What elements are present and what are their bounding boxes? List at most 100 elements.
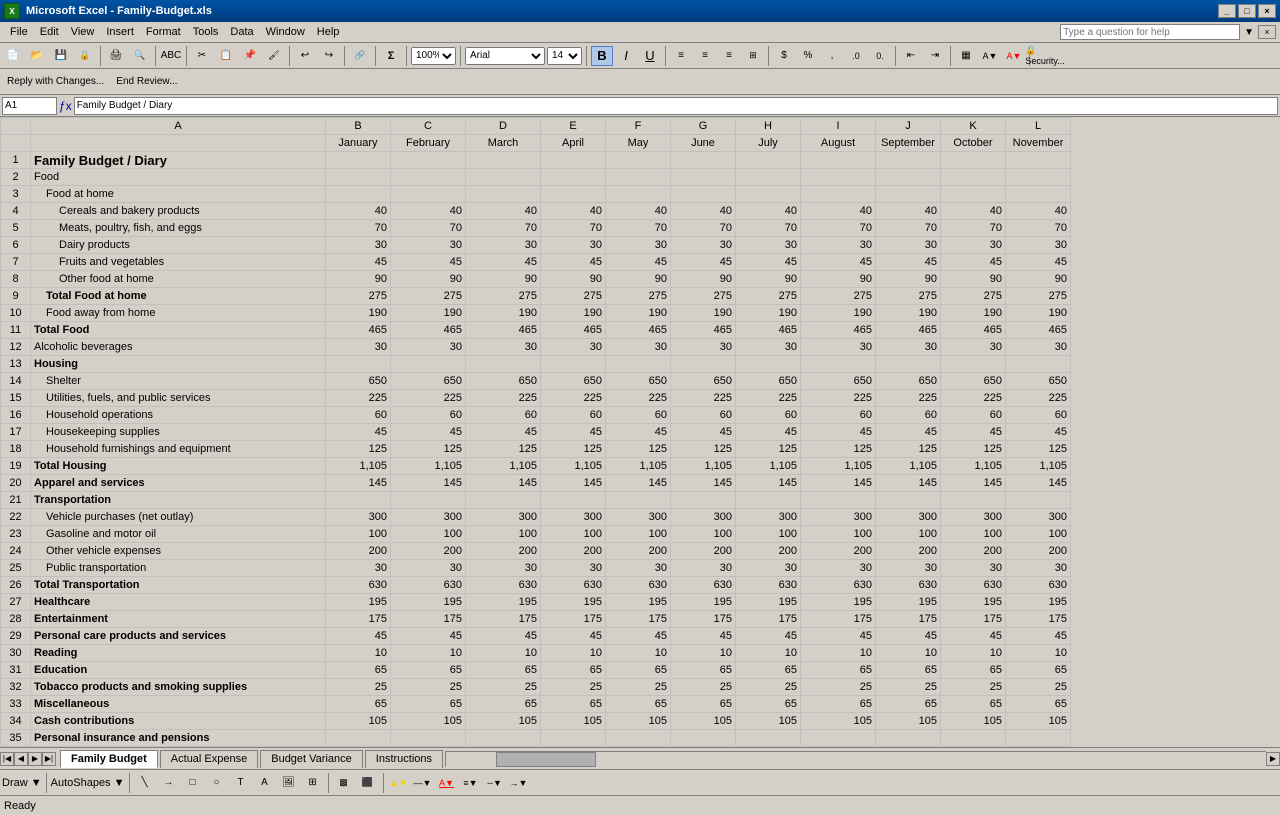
cell-7-J[interactable]: 45: [876, 254, 941, 271]
cell-14-L[interactable]: 650: [1006, 373, 1071, 390]
cell-21-I[interactable]: [801, 492, 876, 509]
cell-14-F[interactable]: 650: [606, 373, 671, 390]
cell-28-J[interactable]: 175: [876, 611, 941, 628]
row-header-14[interactable]: 14: [1, 373, 31, 390]
cell-4-H[interactable]: 40: [736, 203, 801, 220]
cell-29-I[interactable]: 45: [801, 628, 876, 645]
cell-29-H[interactable]: 45: [736, 628, 801, 645]
cell-34-D[interactable]: 105: [466, 713, 541, 730]
cell-9-D[interactable]: 275: [466, 288, 541, 305]
cell-35-A[interactable]: Personal insurance and pensions: [31, 730, 326, 747]
cell-19-E[interactable]: 1,105: [541, 458, 606, 475]
cell-2-J[interactable]: [876, 169, 941, 186]
cell-30-D[interactable]: 10: [466, 645, 541, 662]
cell-33-H[interactable]: 65: [736, 696, 801, 713]
cell-10-G[interactable]: 190: [671, 305, 736, 322]
cell-33-D[interactable]: 65: [466, 696, 541, 713]
cell-31-L[interactable]: 65: [1006, 662, 1071, 679]
cell-1-A[interactable]: Family Budget / Diary: [31, 152, 326, 169]
cell-26-F[interactable]: 630: [606, 577, 671, 594]
col-header-H[interactable]: H: [736, 118, 801, 135]
cell-23-E[interactable]: 100: [541, 526, 606, 543]
cell-2-G[interactable]: [671, 169, 736, 186]
cell-1-G[interactable]: [671, 152, 736, 169]
line-color[interactable]: —▼: [412, 773, 434, 793]
row-header-24[interactable]: 24: [1, 543, 31, 560]
cell-6-C[interactable]: 30: [391, 237, 466, 254]
cell-20-K[interactable]: 145: [941, 475, 1006, 492]
cell-4-B[interactable]: 40: [326, 203, 391, 220]
cell-6-J[interactable]: 30: [876, 237, 941, 254]
cell-34-J[interactable]: 105: [876, 713, 941, 730]
row-header-3[interactable]: 3: [1, 186, 31, 203]
cell-26-D[interactable]: 630: [466, 577, 541, 594]
sheet-nav-first[interactable]: |◀: [0, 752, 14, 766]
cell-19-B[interactable]: 1,105: [326, 458, 391, 475]
arrow-tool[interactable]: →: [158, 773, 180, 793]
cell-3-I[interactable]: [801, 186, 876, 203]
cell-15-J[interactable]: 225: [876, 390, 941, 407]
cell-21-D[interactable]: [466, 492, 541, 509]
cell-22-A[interactable]: Vehicle purchases (net outlay): [31, 509, 326, 526]
cell-13-B[interactable]: [326, 356, 391, 373]
cell-18-E[interactable]: 125: [541, 441, 606, 458]
cell-26-E[interactable]: 630: [541, 577, 606, 594]
cell-30-A[interactable]: Reading: [31, 645, 326, 662]
cell-24-K[interactable]: 200: [941, 543, 1006, 560]
help-close[interactable]: ×: [1258, 25, 1276, 39]
cell-6-A[interactable]: Dairy products: [31, 237, 326, 254]
col-header-B[interactable]: B: [326, 118, 391, 135]
cell-29-F[interactable]: 45: [606, 628, 671, 645]
cell-1-L[interactable]: [1006, 152, 1071, 169]
cell-25-B[interactable]: 30: [326, 560, 391, 577]
copy-button[interactable]: 📋: [215, 46, 237, 66]
menu-data[interactable]: Data: [224, 25, 259, 39]
italic-button[interactable]: I: [615, 46, 637, 66]
cell-8-C[interactable]: 90: [391, 271, 466, 288]
cell-20-L[interactable]: 145: [1006, 475, 1071, 492]
cell-28-C[interactable]: 175: [391, 611, 466, 628]
increase-indent[interactable]: ⇥: [924, 46, 946, 66]
close-button[interactable]: ×: [1258, 4, 1276, 18]
cell-9-H[interactable]: 275: [736, 288, 801, 305]
decrease-indent[interactable]: ⇤: [900, 46, 922, 66]
cell-23-D[interactable]: 100: [466, 526, 541, 543]
cell-14-G[interactable]: 650: [671, 373, 736, 390]
cell-11-B[interactable]: 465: [326, 322, 391, 339]
cell-25-E[interactable]: 30: [541, 560, 606, 577]
cell-22-F[interactable]: 300: [606, 509, 671, 526]
menu-format[interactable]: Format: [140, 25, 187, 39]
cell-18-A[interactable]: Household furnishings and equipment: [31, 441, 326, 458]
cell-13-H[interactable]: [736, 356, 801, 373]
cell-5-K[interactable]: 70: [941, 220, 1006, 237]
cell-14-D[interactable]: 650: [466, 373, 541, 390]
cell-16-H[interactable]: 60: [736, 407, 801, 424]
col-header-E[interactable]: E: [541, 118, 606, 135]
cell-4-K[interactable]: 40: [941, 203, 1006, 220]
cell-15-L[interactable]: 225: [1006, 390, 1071, 407]
textbox-tool[interactable]: T: [230, 773, 252, 793]
cell-13-K[interactable]: [941, 356, 1006, 373]
menu-view[interactable]: View: [65, 25, 101, 39]
cell-14-J[interactable]: 650: [876, 373, 941, 390]
cell-31-K[interactable]: 65: [941, 662, 1006, 679]
cell-32-E[interactable]: 25: [541, 679, 606, 696]
menu-edit[interactable]: Edit: [34, 25, 65, 39]
row-header-7[interactable]: 7: [1, 254, 31, 271]
cell-26-K[interactable]: 630: [941, 577, 1006, 594]
cell-31-G[interactable]: 65: [671, 662, 736, 679]
cell-6-F[interactable]: 30: [606, 237, 671, 254]
cell-10-B[interactable]: 190: [326, 305, 391, 322]
cell-29-G[interactable]: 45: [671, 628, 736, 645]
cell-29-L[interactable]: 45: [1006, 628, 1071, 645]
cell-23-L[interactable]: 100: [1006, 526, 1071, 543]
cell-9-F[interactable]: 275: [606, 288, 671, 305]
row-header-32[interactable]: 32: [1, 679, 31, 696]
cell-11-H[interactable]: 465: [736, 322, 801, 339]
cell-29-K[interactable]: 45: [941, 628, 1006, 645]
cell-15-B[interactable]: 225: [326, 390, 391, 407]
cell-14-A[interactable]: Shelter: [31, 373, 326, 390]
col-header-G[interactable]: G: [671, 118, 736, 135]
cell-5-G[interactable]: 70: [671, 220, 736, 237]
row-header-11[interactable]: 11: [1, 322, 31, 339]
